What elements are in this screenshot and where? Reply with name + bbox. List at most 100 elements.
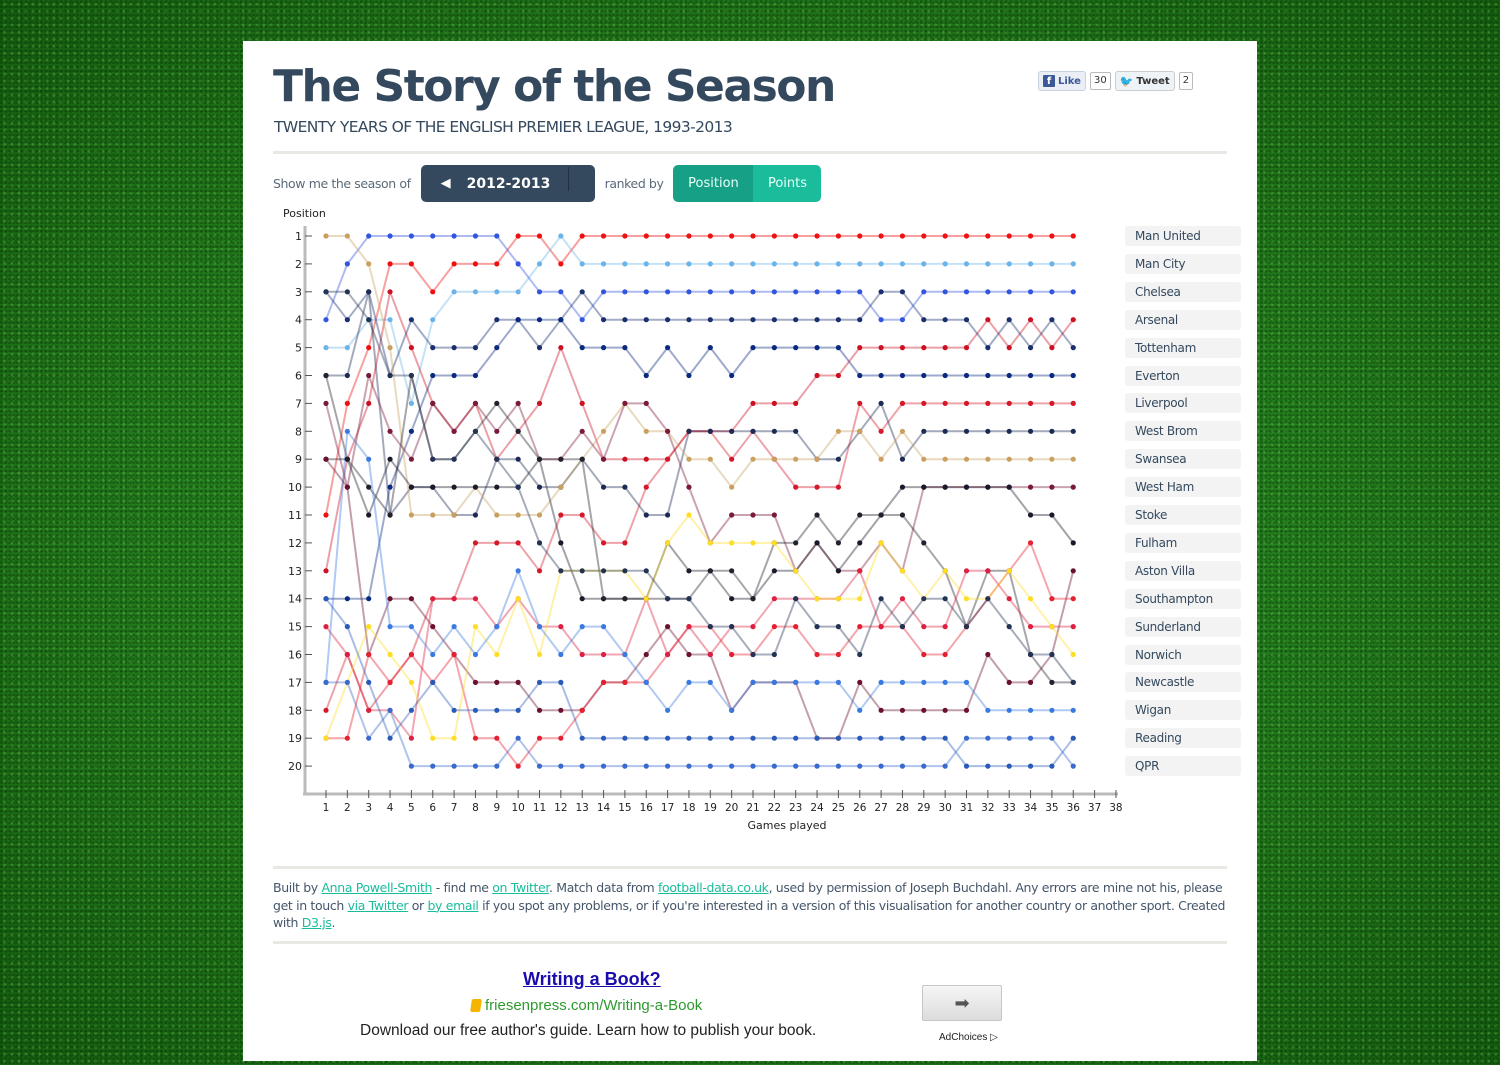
- data-point-swansea[interactable]: [387, 345, 393, 351]
- data-point-stoke[interactable]: [1049, 512, 1055, 518]
- data-point-man-united[interactable]: [707, 233, 713, 239]
- data-point-liverpool[interactable]: [729, 456, 735, 462]
- data-point-stoke[interactable]: [921, 484, 927, 490]
- data-point-stoke[interactable]: [686, 568, 692, 574]
- data-point-chelsea[interactable]: [942, 289, 948, 295]
- data-point-qpr[interactable]: [600, 763, 607, 769]
- data-point-southampton[interactable]: [814, 651, 820, 658]
- data-point-everton[interactable]: [857, 372, 863, 379]
- data-point-arsenal[interactable]: [1049, 345, 1055, 351]
- data-point-sunderland[interactable]: [344, 651, 350, 658]
- data-point-man-united[interactable]: [771, 233, 777, 239]
- data-point-southampton[interactable]: [1070, 596, 1076, 602]
- data-point-west-brom[interactable]: [1006, 428, 1012, 434]
- data-point-chelsea[interactable]: [408, 233, 414, 239]
- data-point-chelsea[interactable]: [344, 261, 350, 267]
- data-point-chelsea[interactable]: [1006, 289, 1012, 295]
- data-point-newcastle[interactable]: [686, 596, 692, 602]
- data-point-man-united[interactable]: [899, 233, 906, 239]
- data-point-liverpool[interactable]: [622, 540, 628, 546]
- data-point-southampton[interactable]: [408, 651, 414, 658]
- data-point-tottenham[interactable]: [643, 317, 649, 323]
- team-label[interactable]: QPR: [1125, 756, 1241, 777]
- data-point-fulham[interactable]: [323, 372, 329, 379]
- data-point-wigan[interactable]: [665, 707, 671, 713]
- data-point-liverpool[interactable]: [814, 484, 820, 490]
- data-point-reading[interactable]: [451, 707, 457, 713]
- data-point-norwich[interactable]: [793, 568, 799, 574]
- data-point-newcastle[interactable]: [665, 596, 671, 602]
- data-point-arsenal[interactable]: [643, 456, 649, 462]
- data-point-liverpool[interactable]: [665, 456, 671, 462]
- data-point-aston-villa[interactable]: [942, 707, 948, 713]
- data-point-southampton[interactable]: [771, 624, 777, 630]
- team-label[interactable]: Everton: [1125, 365, 1241, 386]
- data-point-fulham[interactable]: [622, 596, 628, 602]
- team-label[interactable]: Swansea: [1125, 449, 1241, 470]
- data-point-swansea[interactable]: [686, 456, 692, 462]
- data-point-swansea[interactable]: [750, 456, 756, 462]
- data-point-stoke[interactable]: [430, 484, 436, 490]
- series-line-qpr[interactable]: [326, 681, 1075, 768]
- data-point-stoke[interactable]: [579, 596, 585, 602]
- data-point-wigan[interactable]: [1070, 707, 1076, 713]
- ad-url-link[interactable]: friesenpress.com/Writing-a-Book: [470, 997, 702, 1014]
- data-point-norwich[interactable]: [366, 624, 372, 630]
- data-point-fulham[interactable]: [835, 540, 842, 546]
- data-point-swansea[interactable]: [1049, 456, 1055, 462]
- data-point-arsenal[interactable]: [536, 400, 543, 406]
- data-point-west-ham[interactable]: [408, 456, 414, 462]
- data-point-reading[interactable]: [686, 735, 692, 741]
- data-point-tottenham[interactable]: [793, 317, 799, 323]
- data-point-wigan[interactable]: [878, 679, 884, 686]
- data-point-newcastle[interactable]: [1070, 679, 1076, 686]
- data-point-man-united[interactable]: [985, 233, 991, 239]
- data-point-man-united[interactable]: [408, 261, 414, 267]
- data-point-reading[interactable]: [387, 735, 393, 741]
- data-point-qpr[interactable]: [985, 735, 991, 741]
- data-point-sunderland[interactable]: [1070, 624, 1076, 630]
- data-point-liverpool[interactable]: [515, 540, 521, 546]
- data-point-norwich[interactable]: [536, 651, 543, 658]
- data-point-swansea[interactable]: [430, 512, 436, 518]
- data-point-everton[interactable]: [814, 345, 820, 351]
- data-point-tottenham[interactable]: [600, 317, 607, 323]
- data-point-southampton[interactable]: [1049, 596, 1055, 602]
- data-point-wigan[interactable]: [985, 707, 991, 713]
- data-point-swansea[interactable]: [942, 456, 948, 462]
- data-point-reading[interactable]: [921, 735, 927, 741]
- data-point-norwich[interactable]: [963, 596, 970, 602]
- data-point-tottenham[interactable]: [814, 317, 820, 323]
- data-point-fulham[interactable]: [707, 568, 713, 574]
- data-point-sunderland[interactable]: [472, 596, 479, 602]
- data-point-sunderland[interactable]: [558, 624, 564, 630]
- data-point-stoke[interactable]: [494, 484, 500, 490]
- data-point-everton[interactable]: [515, 317, 521, 323]
- data-point-arsenal[interactable]: [750, 400, 756, 406]
- data-point-qpr[interactable]: [1027, 735, 1034, 741]
- data-point-everton[interactable]: [921, 372, 927, 379]
- data-point-swansea[interactable]: [451, 512, 457, 518]
- data-point-norwich[interactable]: [665, 540, 671, 546]
- data-point-everton[interactable]: [643, 372, 649, 379]
- data-point-west-ham[interactable]: [643, 400, 649, 406]
- data-point-newcastle[interactable]: [1027, 651, 1034, 658]
- data-point-southampton[interactable]: [1027, 540, 1034, 546]
- data-point-stoke[interactable]: [451, 484, 457, 490]
- data-point-man-united[interactable]: [344, 400, 350, 406]
- data-point-tottenham[interactable]: [1027, 345, 1034, 351]
- data-point-tottenham[interactable]: [963, 317, 970, 323]
- data-point-man-city[interactable]: [771, 261, 777, 267]
- data-point-liverpool[interactable]: [643, 484, 649, 490]
- data-point-southampton[interactable]: [579, 707, 585, 713]
- data-point-man-city[interactable]: [643, 261, 649, 267]
- data-point-southampton[interactable]: [366, 651, 372, 658]
- data-point-wigan[interactable]: [451, 624, 457, 630]
- ad-title-link[interactable]: Writing a Book?: [523, 969, 661, 990]
- data-point-newcastle[interactable]: [857, 651, 863, 658]
- data-point-newcastle[interactable]: [707, 624, 713, 630]
- data-point-everton[interactable]: [985, 372, 991, 379]
- data-point-swansea[interactable]: [1006, 456, 1012, 462]
- data-point-chelsea[interactable]: [686, 289, 692, 295]
- data-point-reading[interactable]: [729, 735, 735, 741]
